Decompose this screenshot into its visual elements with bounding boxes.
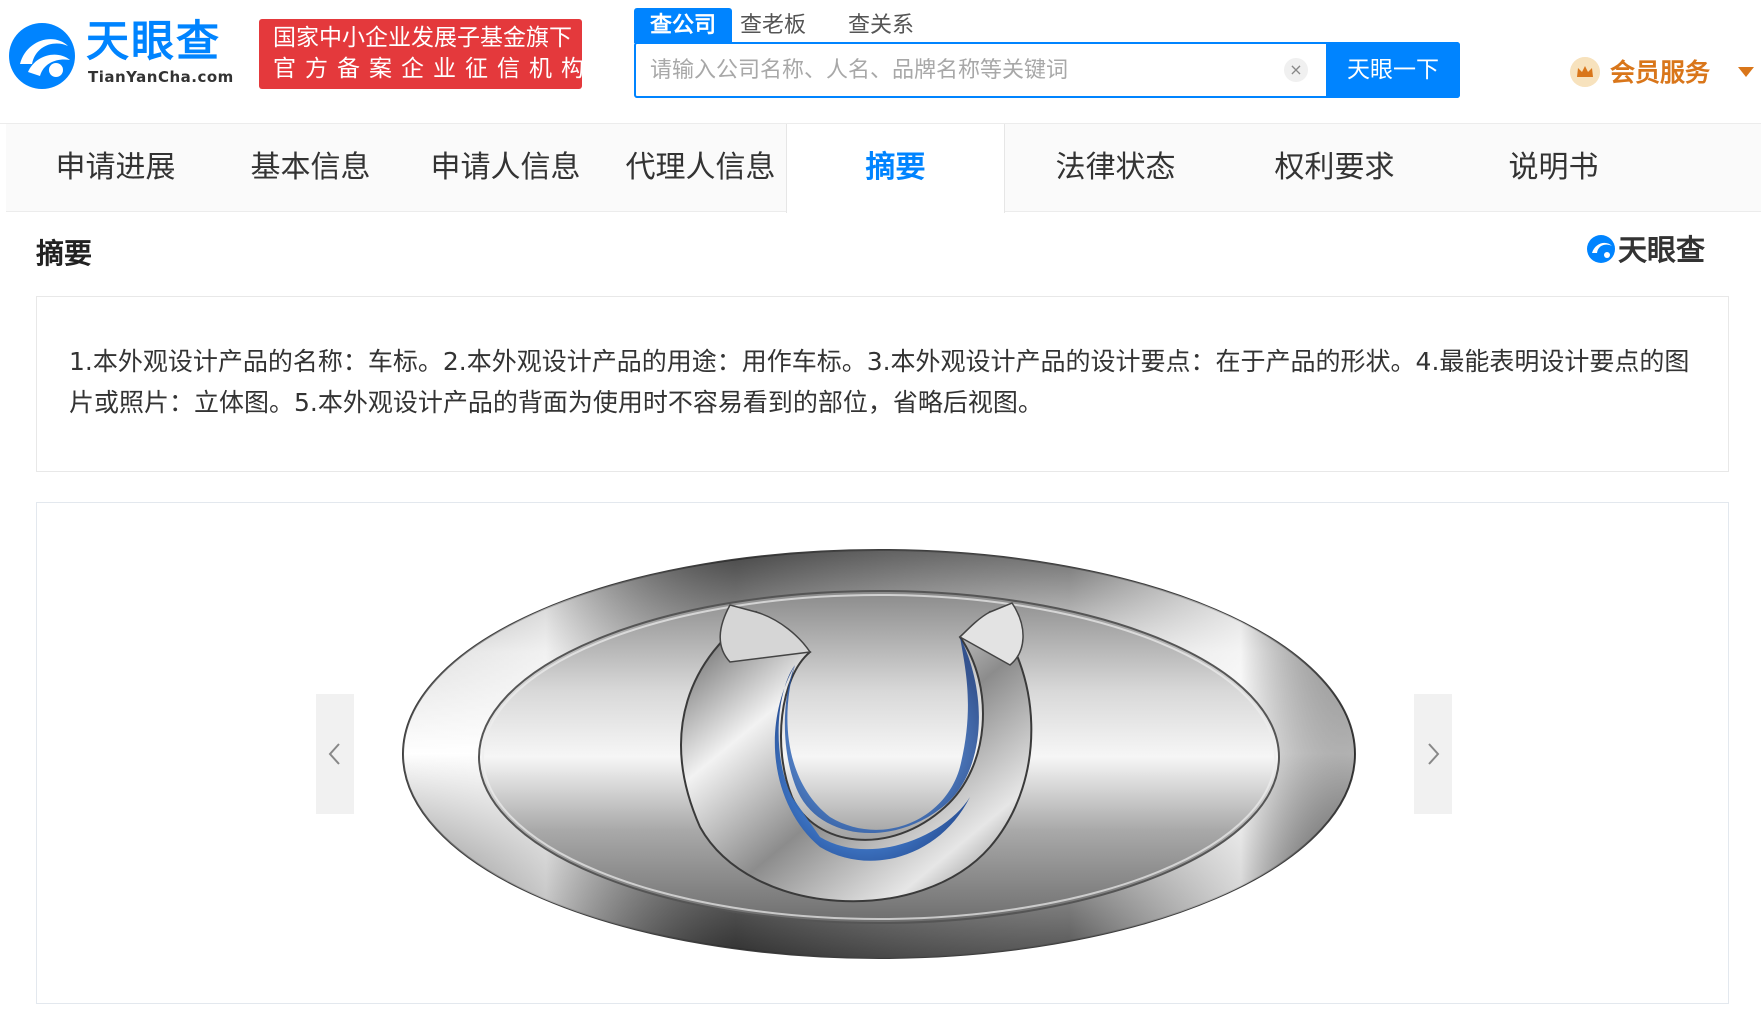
tab-abstract[interactable]: 摘要 <box>786 124 1005 213</box>
tab-applicant-info[interactable]: 申请人信息 <box>396 124 615 212</box>
logo-domain: TianYanCha.com <box>88 68 234 86</box>
search-tab-company[interactable]: 查公司 <box>634 8 733 43</box>
tab-specification[interactable]: 说明书 <box>1444 124 1663 212</box>
search-input[interactable] <box>650 44 1290 96</box>
tab-agent-info[interactable]: 代理人信息 <box>591 124 810 212</box>
search-button[interactable]: 天眼一下 <box>1326 42 1460 98</box>
vip-service-label: 会员服务 <box>1610 58 1711 87</box>
car-emblem-image[interactable] <box>400 547 1358 961</box>
patent-detail-tabs: 申请进展 基本信息 申请人信息 代理人信息 摘要 法律状态 权利要求 说明书 <box>6 124 1761 213</box>
tianyancha-eye-icon <box>1587 235 1615 263</box>
site-logo[interactable]: 天眼查 TianYanCha.com <box>6 18 244 90</box>
certification-banner: 国家中小企业发展子基金旗下 官方备案企业征信机构 <box>259 19 593 89</box>
chevron-right-icon <box>1428 743 1440 765</box>
tab-basic-info[interactable]: 基本信息 <box>201 124 420 212</box>
abstract-text: 1.本外观设计产品的名称：车标。2.本外观设计产品的用途：用作车标。3.本外观设… <box>69 347 1690 417</box>
watermark-text: 天眼查 <box>1618 233 1706 267</box>
search-tab-relation[interactable]: 查关系 <box>848 8 914 43</box>
search-tab-boss[interactable]: 查老板 <box>740 8 806 43</box>
abstract-panel: 1.本外观设计产品的名称：车标。2.本外观设计产品的用途：用作车标。3.本外观设… <box>36 296 1729 472</box>
chevron-down-icon <box>1738 67 1754 77</box>
prev-image-button[interactable] <box>316 694 354 814</box>
design-image-viewer <box>36 502 1729 1004</box>
tab-legal-status[interactable]: 法律状态 <box>1006 124 1225 212</box>
close-icon[interactable]: × <box>1284 58 1308 82</box>
next-image-button[interactable] <box>1414 694 1452 814</box>
tab-claims[interactable]: 权利要求 <box>1225 124 1444 212</box>
top-header: 天眼查 TianYanCha.com 国家中小企业发展子基金旗下 官方备案企业征… <box>0 0 1761 124</box>
crown-icon <box>1570 57 1600 87</box>
banner-line-2: 官方备案企业征信机构 <box>273 56 593 82</box>
section-title: 摘要 <box>36 237 93 270</box>
search-box: × 天眼一下 <box>634 42 1460 98</box>
banner-line-1: 国家中小企业发展子基金旗下 <box>273 25 572 51</box>
tab-application-progress[interactable]: 申请进展 <box>6 124 225 212</box>
chevron-left-icon <box>328 743 340 765</box>
logo-text: 天眼查 <box>86 17 221 67</box>
tianyancha-eye-icon <box>9 23 75 89</box>
